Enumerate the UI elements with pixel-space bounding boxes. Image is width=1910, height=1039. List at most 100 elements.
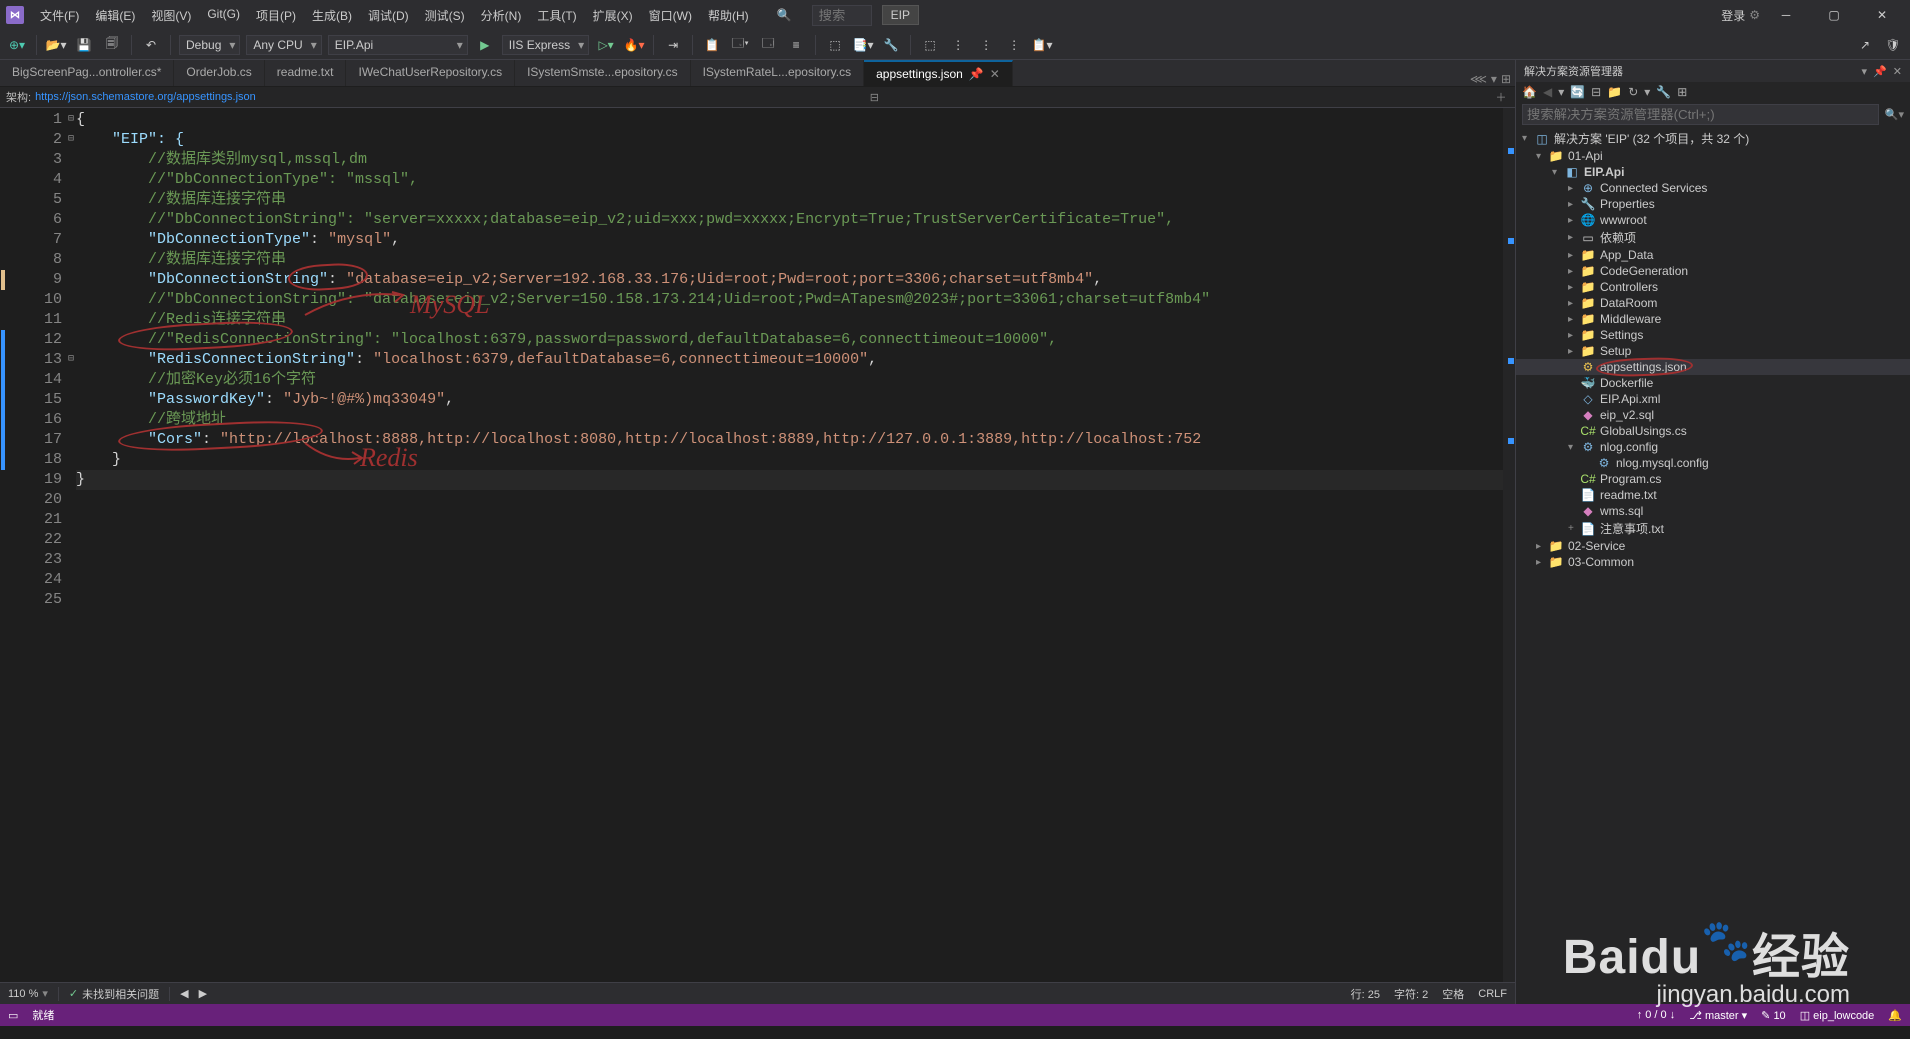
solution-badge[interactable]: EIP — [882, 5, 919, 25]
run-target-combo[interactable]: IIS Express — [502, 35, 589, 55]
undo-icon[interactable]: ↶ — [140, 34, 162, 56]
vc-changes[interactable]: ✎ 10 — [1761, 1009, 1786, 1022]
editor-tab[interactable]: BigScreenPag...ontroller.cs — [0, 60, 174, 86]
tree-node[interactable]: ▸📁03-Common — [1516, 554, 1910, 570]
properties-icon[interactable]: ▾ — [1644, 85, 1650, 99]
tb-icon-8[interactable]: ⬚ — [919, 34, 941, 56]
nav-back-icon[interactable]: ⊕▾ — [6, 34, 28, 56]
menu-item[interactable]: 视图(V) — [143, 7, 199, 24]
tree-node[interactable]: ▸📁Controllers — [1516, 279, 1910, 295]
editor-tab[interactable]: ISystemSmste...epository.cs — [515, 60, 691, 86]
showall-icon[interactable]: 📁 — [1607, 85, 1622, 99]
solution-root[interactable]: ▾◫ 解决方案 'EIP' (32 个项目，共 32 个) — [1516, 129, 1910, 148]
save-all-icon[interactable]: 🗐 — [101, 34, 123, 56]
tb-icon-7[interactable]: 🔧 — [880, 34, 902, 56]
zoom-level[interactable]: 110 % — [8, 988, 38, 1000]
menu-item[interactable]: 帮助(H) — [700, 7, 757, 24]
tree-node[interactable]: 🐳Dockerfile — [1516, 375, 1910, 391]
panel-dropdown-icon[interactable]: ▾ — [1862, 65, 1868, 78]
save-icon[interactable]: 💾 — [73, 34, 95, 56]
tabs-dropdown-icon[interactable]: ▾ — [1491, 72, 1497, 86]
indent-mode[interactable]: 空格 — [1442, 986, 1464, 1002]
tree-node[interactable]: ▸📁DataRoom — [1516, 295, 1910, 311]
startup-combo[interactable]: EIP.Api — [328, 35, 468, 55]
tree-node[interactable]: ◆eip_v2.sql — [1516, 407, 1910, 423]
config-combo[interactable]: Debug — [179, 35, 240, 55]
view-icon[interactable]: ⊞ — [1677, 85, 1687, 99]
menu-item[interactable]: 测试(S) — [417, 7, 473, 24]
run-button[interactable]: ▶ — [474, 34, 496, 56]
hot-reload-icon[interactable]: 🔥▾ — [623, 34, 645, 56]
tree-node[interactable]: ▸📁02-Service — [1516, 538, 1910, 554]
issues-text[interactable]: 未找到相关问题 — [82, 986, 159, 1002]
editor-tab[interactable]: IWeChatUserRepository.cs — [346, 60, 515, 86]
tb-icon-11[interactable]: ⋮ — [1003, 34, 1025, 56]
editor-tab[interactable]: appsettings.json📌✕ — [864, 60, 1013, 86]
menu-item[interactable]: 编辑(E) — [87, 7, 143, 24]
editor-tab[interactable]: OrderJob.cs — [174, 60, 264, 86]
add-pane-icon[interactable]: ＋ — [1493, 89, 1509, 105]
menu-item[interactable]: 工具(T) — [529, 7, 584, 24]
tree-node[interactable]: ⚙appsettings.json — [1516, 359, 1910, 375]
output-icon[interactable]: ▭ — [8, 1009, 18, 1022]
tb-icon-5[interactable]: ⬚ — [824, 34, 846, 56]
share-icon[interactable]: ↗ — [1854, 34, 1876, 56]
explorer-search-input[interactable] — [1522, 104, 1879, 125]
vc-sync[interactable]: ↑ 0 / 0 ↓ — [1637, 1009, 1676, 1021]
split-icon[interactable]: ⊟ — [866, 91, 882, 104]
menu-item[interactable]: 调试(D) — [360, 7, 417, 24]
tree-node[interactable]: ⚙nlog.mysql.config — [1516, 455, 1910, 471]
tb-icon-9[interactable]: ⋮ — [947, 34, 969, 56]
tabs-overflow-icon[interactable]: ⋘ — [1470, 72, 1487, 86]
tb-icon-10[interactable]: ⋮ — [975, 34, 997, 56]
vc-branch[interactable]: ⎇ master ▾ — [1689, 1009, 1747, 1022]
open-icon[interactable]: 📂▾ — [45, 34, 67, 56]
tree-node[interactable]: ▸📁Middleware — [1516, 311, 1910, 327]
tree-node[interactable]: C#Program.cs — [1516, 471, 1910, 487]
tree-node[interactable]: ▸🔧Properties — [1516, 196, 1910, 212]
tb-icon-6[interactable]: 📑▾ — [852, 34, 874, 56]
eol-mode[interactable]: CRLF — [1478, 988, 1507, 1000]
vc-repo[interactable]: ◫ eip_lowcode — [1800, 1009, 1875, 1022]
tree-node[interactable]: ▸🌐wwwroot — [1516, 212, 1910, 228]
explorer-search-icon[interactable]: 🔍▾ — [1885, 108, 1904, 121]
tree-node[interactable]: ◆wms.sql — [1516, 503, 1910, 519]
close-button[interactable]: ✕ — [1860, 1, 1904, 29]
tree-node[interactable]: C#GlobalUsings.cs — [1516, 423, 1910, 439]
login-link[interactable]: 登录 — [1721, 7, 1745, 24]
schema-url[interactable]: https://json.schemastore.org/appsettings… — [35, 91, 256, 103]
admin-icon[interactable]: 🛡 — [1882, 34, 1904, 56]
menu-item[interactable]: 扩展(X) — [585, 7, 641, 24]
menu-item[interactable]: 生成(B) — [304, 7, 360, 24]
tb-icon-2[interactable]: 🗔▾ — [729, 34, 751, 56]
issue-next-icon[interactable]: ▶ — [199, 987, 207, 1000]
platform-combo[interactable]: Any CPU — [246, 35, 321, 55]
collapse-icon[interactable]: ⊟ — [1591, 85, 1601, 99]
code-editor[interactable]: 1⊟2⊟345678910111213⊟14151617181920212223… — [0, 108, 1515, 982]
tree-node[interactable]: +📄注意事项.txt — [1516, 519, 1910, 538]
run-no-debug-icon[interactable]: ▷▾ — [595, 34, 617, 56]
menu-item[interactable]: Git(G) — [199, 7, 248, 24]
back-icon[interactable]: ◀ — [1543, 85, 1552, 99]
tabs-window-icon[interactable]: ⊞ — [1501, 72, 1511, 86]
editor-tab[interactable]: ISystemRateL...epository.cs — [691, 60, 865, 86]
panel-pin-icon[interactable]: 📌 — [1873, 65, 1887, 78]
refresh-icon[interactable]: ↻ — [1628, 85, 1638, 99]
tree-node[interactable]: ◇EIP.Api.xml — [1516, 391, 1910, 407]
menu-item[interactable]: 文件(F) — [32, 7, 87, 24]
editor-tab[interactable]: readme.txt — [265, 60, 347, 86]
tb-icon-12[interactable]: 📋▾ — [1031, 34, 1053, 56]
notifications-icon[interactable]: 🔔 — [1888, 1009, 1902, 1022]
issue-prev-icon[interactable]: ◀ — [180, 987, 188, 1000]
tree-node[interactable]: ▸📁Settings — [1516, 327, 1910, 343]
tree-node[interactable]: ▸📁App_Data — [1516, 247, 1910, 263]
minimize-button[interactable]: ─ — [1764, 1, 1808, 29]
tree-node[interactable]: ▸📁CodeGeneration — [1516, 263, 1910, 279]
tb-icon-1[interactable]: 📋 — [701, 34, 723, 56]
tb-icon-3[interactable]: 🗔 — [757, 34, 779, 56]
menu-item[interactable]: 分析(N) — [473, 7, 530, 24]
panel-close-icon[interactable]: ✕ — [1893, 65, 1902, 78]
step-icon[interactable]: ⇥ — [662, 34, 684, 56]
search-icon[interactable]: 🔍 — [777, 8, 792, 22]
settings-icon[interactable]: ⚙ — [1749, 8, 1760, 22]
